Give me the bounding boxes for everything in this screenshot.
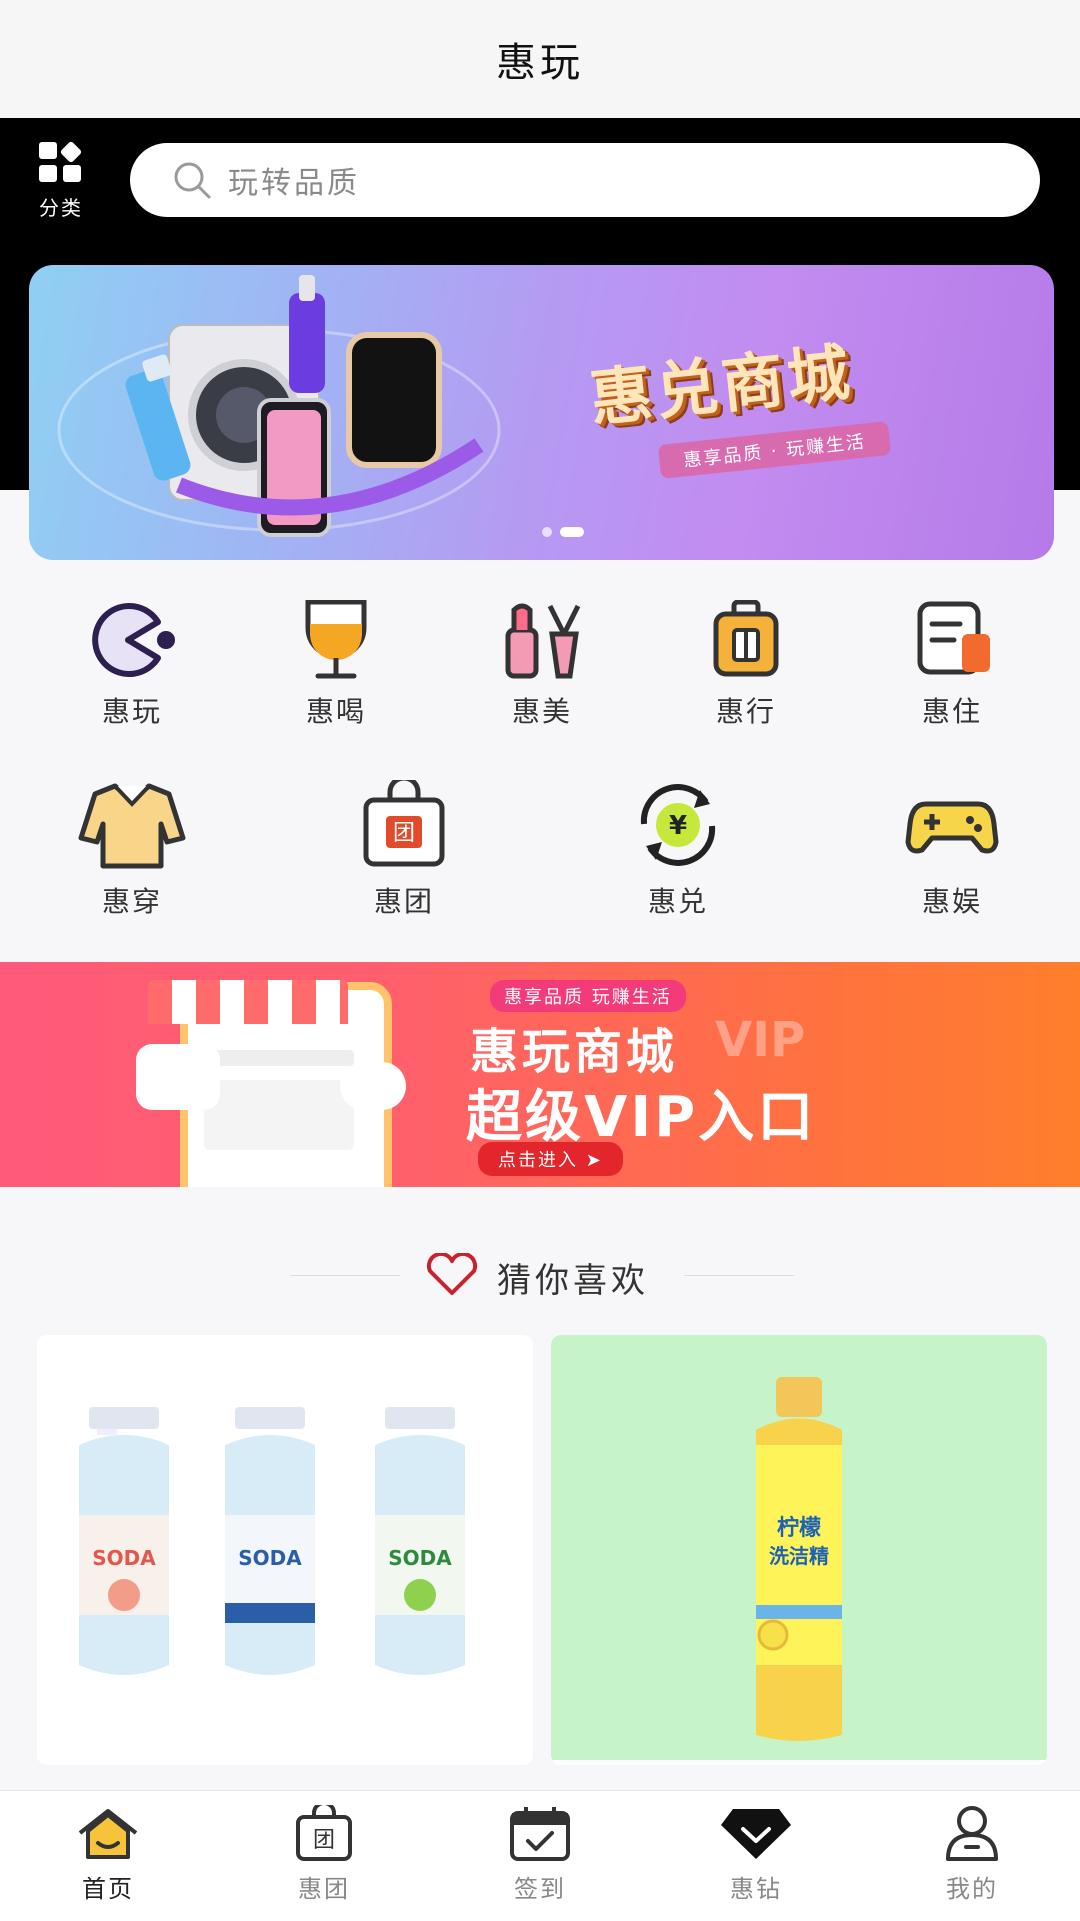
gamepad-icon — [905, 801, 999, 854]
exchange-yen-icon: ¥ — [640, 784, 716, 866]
product-image-detergent: 柠檬 洗洁精 — [551, 1335, 1047, 1760]
wine-glass-icon — [305, 599, 367, 679]
svg-text:柠檬: 柠檬 — [777, 1515, 821, 1541]
products-illustration — [57, 275, 501, 537]
category-item-huituan[interactable]: 团 惠团 — [344, 775, 464, 920]
category-label: 惠团 — [373, 885, 434, 918]
category-item-huiyu[interactable]: 惠娱 — [892, 780, 1012, 920]
product-card[interactable]: 柠檬 洗洁精 — [551, 1335, 1047, 1765]
svg-text:SODA: SODA — [238, 1546, 302, 1570]
tab-group[interactable]: 团 惠团 — [264, 1801, 384, 1904]
search-placeholder: 玩转品质 — [228, 166, 360, 201]
recommend-title: 猜你喜欢 — [497, 1261, 649, 1301]
luggage-icon — [713, 599, 779, 677]
vip-subtitle: 超级VIP入口 — [466, 1085, 817, 1150]
category-item-huidui[interactable]: ¥ 惠兑 — [618, 780, 738, 920]
svg-text:SODA: SODA — [388, 1546, 452, 1570]
category-item-huizhu[interactable]: 惠住 — [892, 600, 1012, 730]
vip-slogan: 惠享品质 玩赚生活 — [490, 980, 686, 1012]
product-card[interactable]: SODA SODA SODA — [37, 1335, 533, 1765]
svg-text:SODA: SODA — [92, 1546, 156, 1570]
category-label: 惠住 — [921, 695, 982, 728]
vip-watermark: VIP — [715, 1012, 806, 1068]
tab-label: 惠钻 — [730, 1875, 782, 1903]
diamond-icon — [721, 1809, 791, 1859]
divider — [684, 1275, 794, 1276]
page-title: 惠玩 — [496, 40, 584, 86]
bottom-tab-bar: 首页 团 惠团 签到 惠钻 我的 — [0, 1790, 1080, 1921]
category-grid: 惠玩 惠喝 惠美 惠行 惠住 惠穿 团 惠团 ¥ 惠兑 惠娱 — [0, 599, 1080, 940]
vip-enter-button[interactable]: 点击进入 ➤ — [478, 1142, 623, 1176]
category-label: 惠穿 — [101, 885, 162, 918]
plate-bubble — [136, 1044, 220, 1110]
banner-brand-text: 惠兑商城 — [586, 335, 857, 436]
category-grid-icon — [39, 141, 82, 182]
tab-label: 惠团 — [298, 1875, 350, 1903]
pager-dot-active[interactable] — [560, 527, 584, 537]
tab-home[interactable]: 首页 — [48, 1805, 168, 1904]
category-item-huihe[interactable]: 惠喝 — [276, 599, 396, 730]
heart-icon — [426, 1253, 478, 1295]
svg-text:¥: ¥ — [669, 811, 687, 841]
category-item-huichuan[interactable]: 惠穿 — [72, 780, 192, 920]
category-item-huixing[interactable]: 惠行 — [686, 599, 806, 730]
category-label: 惠美 — [511, 695, 572, 728]
cosmetics-icon — [505, 603, 581, 679]
dumbbell-bubble — [340, 1062, 406, 1110]
user-icon — [946, 1806, 998, 1861]
banner-pager — [542, 527, 584, 537]
recommend-header: 猜你喜欢 — [0, 1245, 1080, 1305]
group-bag-icon: 团 — [363, 775, 445, 867]
app-title-bar: 惠玩 — [0, 0, 1080, 118]
product-image-soda: SODA SODA SODA — [37, 1335, 533, 1760]
category-label: 惠兑 — [647, 885, 708, 918]
svg-text:团: 团 — [313, 1828, 335, 1853]
calendar-check-icon — [510, 1807, 570, 1861]
category-item-huimei[interactable]: 惠美 — [482, 600, 602, 730]
category-label: 惠行 — [715, 695, 776, 728]
tab-label: 我的 — [946, 1875, 998, 1903]
tab-diamond[interactable]: 惠钻 — [696, 1805, 816, 1904]
search-input[interactable]: 玩转品质 — [130, 143, 1040, 217]
shirt-icon — [78, 783, 186, 869]
tab-label: 首页 — [82, 1875, 134, 1903]
home-icon — [78, 1809, 138, 1859]
vip-banner[interactable]: 惠享品质 玩赚生活 惠玩商城 VIP 超级VIP入口 点击进入 ➤ — [0, 962, 1080, 1187]
svg-text:团: 团 — [393, 821, 415, 846]
category-label: 分类 — [39, 196, 83, 220]
divider — [290, 1275, 400, 1276]
tab-checkin[interactable]: 签到 — [480, 1805, 600, 1904]
category-button[interactable]: 分类 — [28, 140, 94, 230]
category-item-huiwan[interactable]: 惠玩 — [72, 600, 192, 730]
main-banner[interactable]: 惠兑商城 惠享品质 · 玩赚生活 — [29, 265, 1054, 560]
banner-tagline: 惠享品质 · 玩赚生活 — [657, 421, 892, 479]
pacman-icon — [92, 603, 175, 677]
svg-text:洗洁精: 洗洁精 — [769, 1544, 829, 1568]
search-icon — [174, 162, 211, 199]
category-label: 惠喝 — [305, 695, 366, 728]
tab-label: 签到 — [514, 1875, 566, 1903]
category-label: 惠玩 — [101, 695, 162, 728]
tab-profile[interactable]: 我的 — [912, 1805, 1032, 1904]
hotel-doc-icon — [917, 601, 990, 675]
group-bag-icon: 团 — [296, 1801, 352, 1861]
pager-dot[interactable] — [542, 527, 552, 537]
category-label: 惠娱 — [921, 885, 982, 918]
